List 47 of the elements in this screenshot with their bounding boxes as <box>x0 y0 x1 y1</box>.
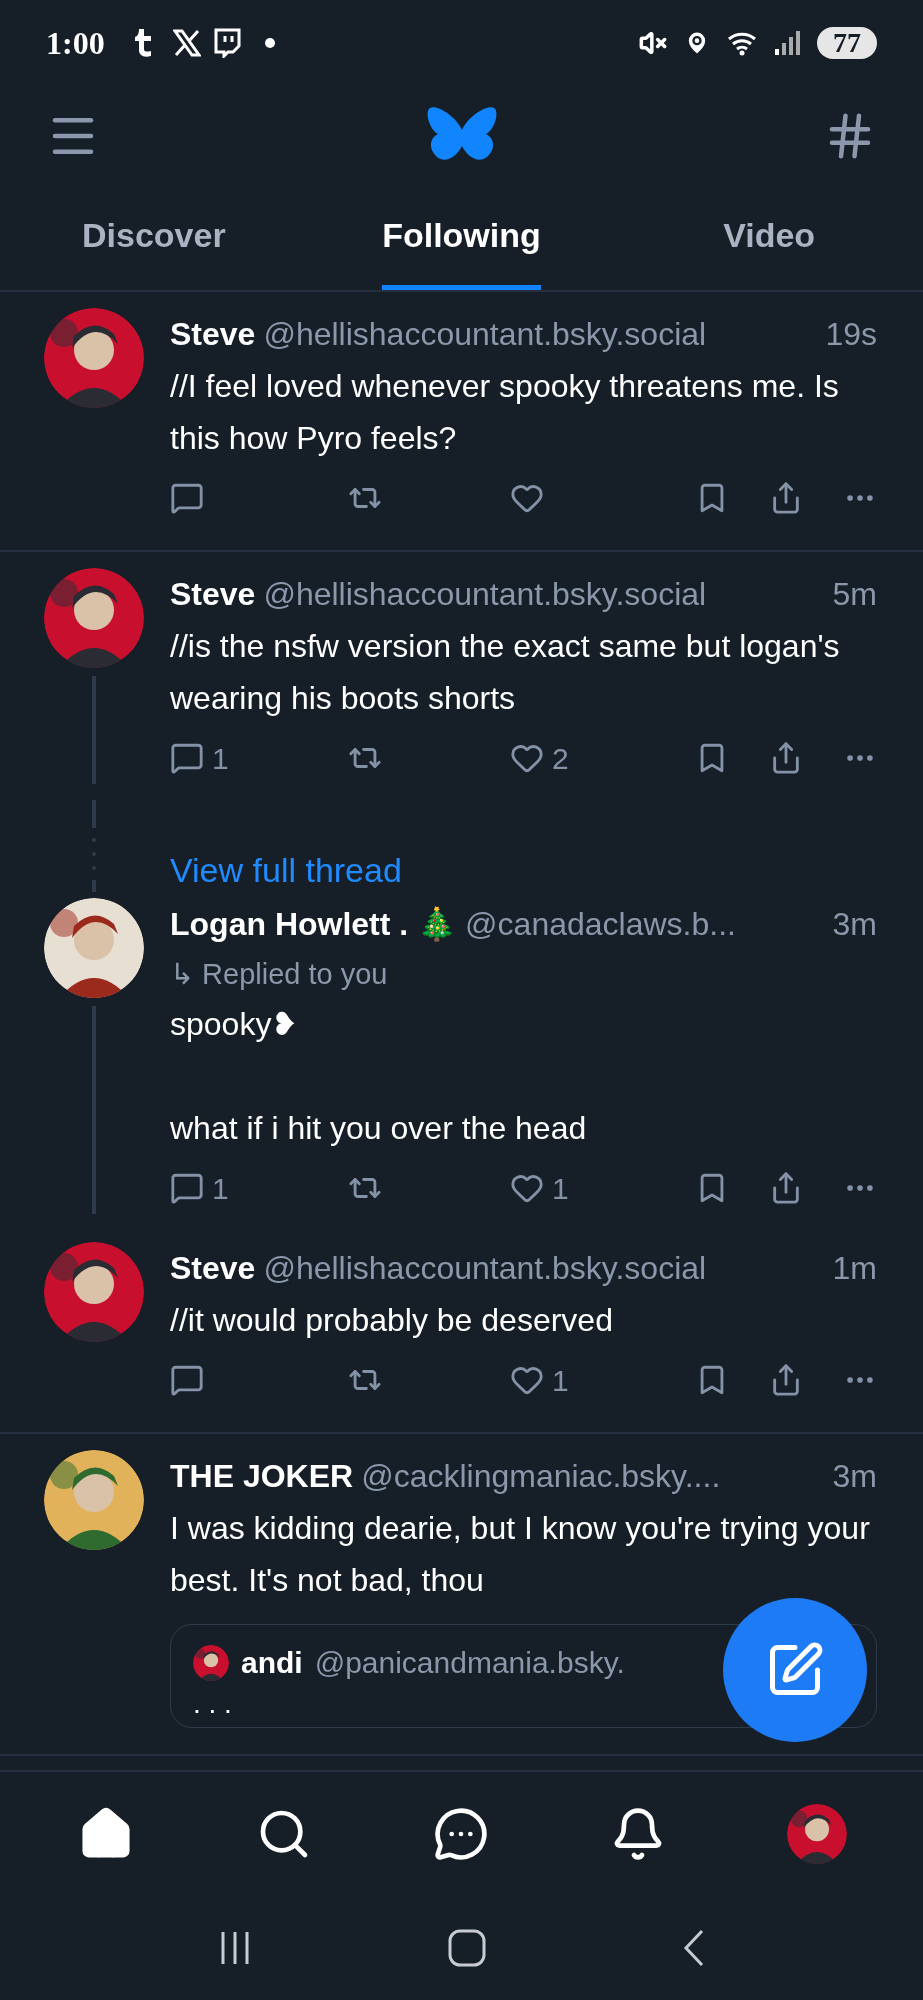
author-handle[interactable]: @hellishaccountant.bsky.social <box>263 568 719 620</box>
author-handle[interactable]: @cacklingmaniac.bsky.... <box>361 1450 733 1502</box>
chat-icon[interactable] <box>432 1805 489 1862</box>
back-icon[interactable] <box>681 1927 706 1968</box>
status-time: 1:00 <box>46 24 105 63</box>
author-name[interactable]: THE JOKER <box>170 1450 354 1502</box>
post-time: 3m <box>832 905 877 944</box>
quote-text: . . . <box>193 1689 233 1719</box>
feed-tab[interactable]: Following <box>382 186 541 290</box>
author-name[interactable]: Steve <box>170 1242 256 1294</box>
action-count: 2 <box>552 740 569 777</box>
post-text: I was kidding dearie, but I know you're trying your best. It's not bad, thou <box>170 1509 871 1600</box>
reply-icon[interactable] <box>170 1171 204 1205</box>
x-logo-icon <box>172 29 201 57</box>
author-handle[interactable]: @canadaclaws.b... <box>465 898 748 950</box>
action-count: 1 <box>552 1170 569 1207</box>
battery-indicator: 77 <box>817 27 877 59</box>
post-time: 5m <box>832 575 877 614</box>
action-count: 1 <box>212 1170 229 1207</box>
action-count: 1 <box>552 1362 569 1399</box>
post-time: 3m <box>832 1457 877 1496</box>
reply-icon[interactable] <box>170 1363 204 1397</box>
reply-icon[interactable] <box>170 481 204 515</box>
t-logo-icon <box>132 29 153 57</box>
quote-author-handle: @panicandmania.bsky. <box>314 1645 625 1681</box>
post-time: 1m <box>832 1249 877 1288</box>
signal-icon <box>775 31 801 55</box>
feed-tab[interactable]: Discover <box>82 186 226 290</box>
chat-logo-icon <box>212 28 241 58</box>
post-text: //is the nsfw version the exact same but logan's wearing his boots shorts <box>170 627 841 718</box>
author-name[interactable]: Steve <box>170 308 256 360</box>
feed-tab[interactable]: Video <box>723 186 816 290</box>
reply-note: ↳ Replied to you <box>170 957 389 992</box>
author-name[interactable]: Logan Howlett . 🎄 <box>170 898 458 950</box>
post-text: spooky❥ what if i hit you over the head <box>170 1005 588 1148</box>
reply-icon[interactable] <box>170 741 204 775</box>
mute-icon <box>639 29 667 57</box>
author-handle[interactable]: @hellishaccountant.bsky.social <box>263 1242 719 1294</box>
post-text: //it would probably be deserved <box>170 1301 614 1340</box>
action-count: 1 <box>212 740 229 777</box>
quote-author-name: andi <box>241 1645 303 1681</box>
view-thread-link[interactable]: View full thread <box>170 848 402 896</box>
author-name[interactable]: Steve <box>170 568 256 620</box>
post-text: //I feel loved whenever spooky threatens me. Is this how Pyro feels? <box>170 367 840 458</box>
post-time: 19s <box>825 315 877 354</box>
home-button-icon[interactable] <box>447 1927 488 1968</box>
author-handle[interactable]: @hellishaccountant.bsky.social <box>263 308 719 360</box>
